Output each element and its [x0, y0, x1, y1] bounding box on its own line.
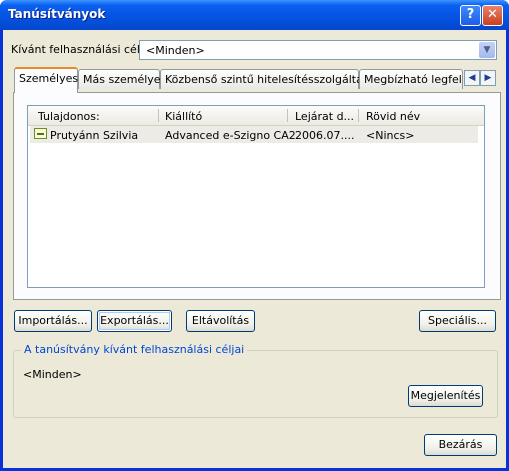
tab-scroll-right-button[interactable]: ▶ — [480, 70, 496, 86]
column-divider[interactable] — [158, 109, 159, 122]
tab-label: Közbenső szintű hitelesítésszolgáltatók — [165, 73, 381, 86]
advanced-button[interactable]: Speciális... — [419, 310, 496, 332]
certificate-list[interactable]: Tulajdonos: Kiállító Lejárat d... Rövid … — [27, 105, 485, 288]
remove-button[interactable]: Eltávolítás — [186, 310, 255, 332]
purpose-select[interactable]: <Minden> ▼ — [139, 40, 497, 60]
tab-label: Más személyek — [83, 73, 167, 86]
cell-expiry: 2006.07.... — [295, 129, 355, 142]
tab-label: Megbízható legfelső — [364, 73, 462, 86]
close-window-button[interactable]: ✕ — [482, 5, 503, 26]
column-header-expiry[interactable]: Lejárat d... — [295, 110, 354, 123]
chevron-down-icon[interactable]: ▼ — [479, 42, 495, 58]
export-button[interactable]: Exportálás... — [97, 310, 172, 332]
column-divider[interactable] — [358, 109, 359, 122]
certificates-dialog: Tanúsítványok ? ✕ Kívánt felhasználási c… — [0, 0, 509, 471]
intended-purposes-title: A tanúsítvány kívánt felhasználási célja… — [21, 343, 248, 356]
purpose-label: Kívánt felhasználási cél: — [11, 43, 144, 56]
title-bar[interactable]: Tanúsítványok ? ✕ — [0, 0, 509, 30]
cell-friendly-name: <Nincs> — [366, 129, 415, 142]
import-button[interactable]: Importálás... — [14, 310, 92, 332]
intended-purposes-group — [13, 350, 498, 418]
list-header: Tulajdonos: Kiállító Lejárat d... Rövid … — [28, 106, 484, 126]
help-button[interactable]: ? — [460, 5, 481, 26]
view-button[interactable]: Megjelenítés — [408, 385, 483, 407]
tab-other-people[interactable]: Más személyek — [78, 69, 167, 89]
tab-panel-personal: Tulajdonos: Kiállító Lejárat d... Rövid … — [13, 92, 501, 300]
window-title: Tanúsítványok — [8, 7, 106, 21]
column-divider[interactable] — [287, 109, 288, 122]
purpose-select-value: <Minden> — [146, 44, 205, 57]
tab-intermediate-cas[interactable]: Közbenső szintű hitelesítésszolgáltatók — [160, 69, 380, 89]
table-row[interactable]: Prutyánn Szilvia Advanced e-Szigno CA2 2… — [30, 126, 478, 143]
tab-label: Személyes — [19, 72, 79, 85]
tab-personal[interactable]: Személyes — [14, 67, 78, 93]
tab-trusted-root-cas[interactable]: Megbízható legfelső — [359, 69, 463, 89]
column-header-owner[interactable]: Tulajdonos: — [38, 110, 100, 123]
column-header-friendly-name[interactable]: Rövid név — [366, 110, 420, 123]
certificate-icon — [34, 128, 47, 139]
cell-issuer: Advanced e-Szigno CA2 — [165, 129, 296, 142]
tab-scroll-left-button[interactable]: ◀ — [464, 70, 480, 86]
close-button[interactable]: Bezárás — [424, 434, 497, 456]
column-header-issuer[interactable]: Kiállító — [165, 110, 202, 123]
cell-owner: Prutyánn Szilvia — [50, 129, 139, 142]
dialog-client-area: Kívánt felhasználási cél: <Minden> ▼ Sze… — [3, 30, 506, 468]
intended-purposes-value: <Minden> — [23, 368, 82, 381]
